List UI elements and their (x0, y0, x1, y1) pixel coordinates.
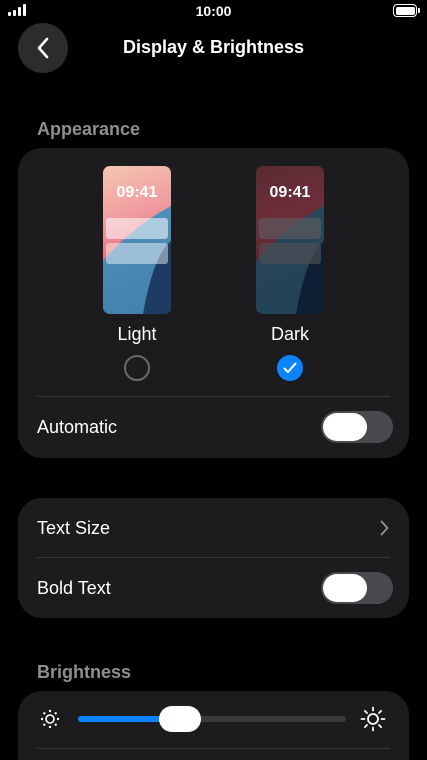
light-option-label: Light (117, 324, 157, 344)
dark-option-label: Dark (270, 324, 309, 344)
brightness-slider-thumb[interactable] (158, 706, 201, 732)
bold-text-label: Bold Text (37, 578, 111, 598)
brightness-card (18, 691, 409, 760)
automatic-toggle[interactable] (321, 411, 393, 443)
brightness-high-icon (360, 706, 386, 732)
preview-notification (106, 243, 168, 264)
preview-notification (259, 243, 321, 264)
checkmark-icon (283, 362, 297, 373)
brightness-section-label: Brightness (37, 662, 132, 682)
text-size-row[interactable]: Text Size (18, 498, 409, 558)
automatic-label: Automatic (37, 417, 118, 437)
divider (37, 557, 390, 558)
divider (37, 396, 390, 397)
appearance-section-label: Appearance (37, 119, 141, 139)
preview-time: 09:41 (269, 184, 311, 201)
toggle-knob (323, 574, 367, 602)
bold-text-toggle[interactable] (321, 572, 393, 604)
preview-notification (106, 218, 168, 239)
text-settings-card: Text Size Bold Text (18, 498, 409, 618)
appearance-card: 09:41 09:41 Light Dark Automatic (18, 148, 409, 458)
divider (37, 748, 390, 749)
light-radio-button[interactable] (124, 355, 150, 381)
dark-appearance-preview[interactable]: 09:41 (256, 166, 324, 314)
toggle-knob (323, 413, 367, 441)
display-brightness-screen: 10:00 Display & Brightness Appearance 09… (0, 0, 427, 760)
preview-time: 09:41 (116, 184, 158, 201)
brightness-slider[interactable] (78, 706, 346, 732)
brightness-low-icon (40, 709, 60, 729)
status-bar: 10:00 (0, 0, 427, 24)
text-size-label: Text Size (37, 518, 111, 538)
status-time: 10:00 (195, 3, 232, 19)
chevron-right-icon (380, 520, 389, 536)
preview-notification (259, 218, 321, 239)
battery-icon (393, 4, 420, 17)
light-appearance-preview[interactable]: 09:41 (103, 166, 171, 314)
dark-radio-button[interactable] (277, 355, 303, 381)
page-title: Display & Brightness (122, 37, 305, 57)
